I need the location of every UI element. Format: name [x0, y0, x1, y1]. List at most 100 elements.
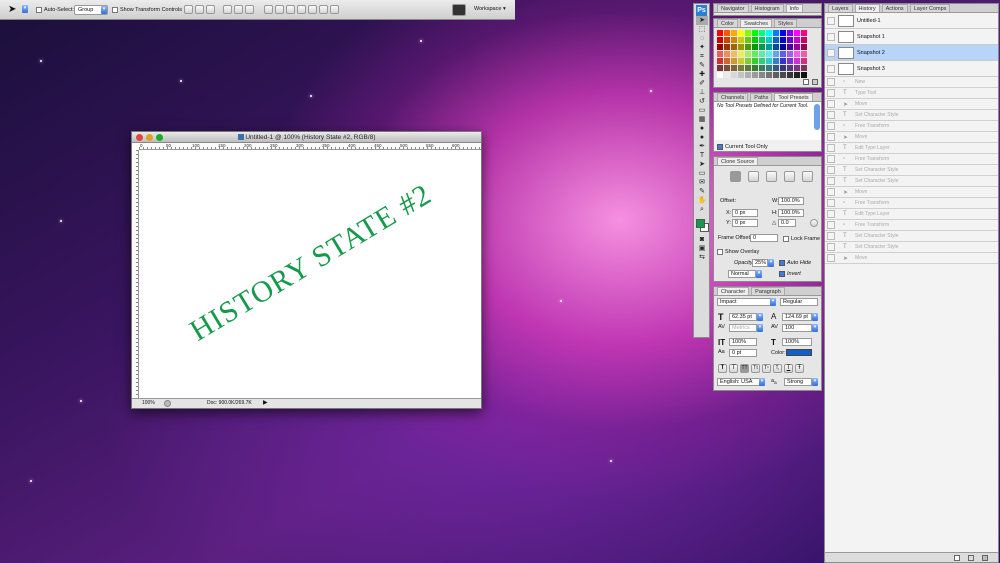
color-swatch[interactable]	[752, 44, 758, 50]
color-swatch[interactable]	[787, 37, 793, 43]
color-swatch[interactable]	[745, 58, 751, 64]
color-swatch[interactable]	[738, 30, 744, 36]
history-state[interactable]: T Set Character Style	[825, 231, 998, 242]
tab-channels[interactable]: Channels	[717, 93, 749, 101]
color-swatch[interactable]	[780, 30, 786, 36]
gradient-tool-icon[interactable]: ▦	[696, 115, 708, 124]
color-swatch[interactable]	[752, 30, 758, 36]
distribute-top-icon[interactable]	[264, 5, 273, 14]
minimize-button[interactable]	[146, 134, 153, 141]
vertical-scale-field[interactable]: 100%	[729, 338, 757, 346]
tab-actions[interactable]: Actions	[881, 4, 908, 12]
snapshot-source-checkbox[interactable]	[827, 49, 835, 57]
clone-source-2-icon[interactable]	[748, 171, 759, 182]
status-icon[interactable]	[164, 400, 171, 407]
tool-preset-dropdown[interactable]: ▾	[22, 5, 28, 13]
color-swatch[interactable]	[773, 65, 779, 71]
color-swatch[interactable]	[738, 58, 744, 64]
delete-state-icon[interactable]	[982, 555, 988, 561]
color-swatch[interactable]	[766, 37, 772, 43]
color-swatch[interactable]	[745, 44, 751, 50]
dodge-tool-icon[interactable]: ●	[696, 133, 708, 142]
move-tool-icon[interactable]: ➤	[8, 4, 16, 15]
state-source-checkbox[interactable]	[827, 166, 835, 174]
state-source-checkbox[interactable]	[827, 89, 835, 97]
color-swatch[interactable]	[731, 65, 737, 71]
state-source-checkbox[interactable]	[827, 144, 835, 152]
color-swatch[interactable]	[766, 44, 772, 50]
align-right-icon[interactable]	[245, 5, 254, 14]
magic-wand-tool-icon[interactable]: ✦	[696, 43, 708, 52]
clone-source-3-icon[interactable]	[766, 171, 777, 182]
color-swatch[interactable]	[738, 51, 744, 57]
snapshot-source-checkbox[interactable]	[827, 17, 835, 25]
leading-field[interactable]: 124.69 pt	[782, 313, 812, 321]
eraser-tool-icon[interactable]: ▭	[696, 106, 708, 115]
reset-transform-icon[interactable]	[810, 219, 818, 227]
auto-align-icon[interactable]	[330, 5, 339, 14]
color-swatch[interactable]	[745, 51, 751, 57]
color-swatch[interactable]	[794, 30, 800, 36]
gray-swatch[interactable]	[745, 72, 751, 78]
tab-clone-source[interactable]: Clone Source	[717, 157, 759, 165]
tracking-dropdown[interactable]: ▾	[812, 324, 818, 332]
antialias-select[interactable]: Strong	[784, 378, 812, 386]
tab-tool-presets[interactable]: Tool Presets	[774, 93, 813, 101]
angle-field[interactable]: 0.0	[778, 219, 796, 227]
hand-tool-icon[interactable]: ✋	[696, 196, 708, 205]
color-swatch[interactable]	[731, 30, 737, 36]
tab-info[interactable]: Info	[785, 4, 803, 12]
history-state[interactable]: ▫ Free Transform	[825, 220, 998, 231]
tab-paths[interactable]: Paths	[750, 93, 773, 101]
state-source-checkbox[interactable]	[827, 221, 835, 229]
font-size-field[interactable]: 62.35 pt	[729, 313, 757, 321]
history-state[interactable]: T Edit Type Layer	[825, 143, 998, 154]
new-snapshot-icon[interactable]	[968, 555, 974, 561]
small-caps-button[interactable]: Tt	[751, 364, 760, 373]
color-swatch[interactable]	[801, 51, 807, 57]
gray-swatch[interactable]	[801, 72, 807, 78]
color-swatch[interactable]	[738, 65, 744, 71]
state-source-checkbox[interactable]	[827, 100, 835, 108]
history-state[interactable]: T Edit Type Layer	[825, 209, 998, 220]
tab-character[interactable]: Character	[717, 287, 750, 295]
color-swatch[interactable]	[752, 58, 758, 64]
workspace-menu[interactable]: Workspace ▾	[474, 6, 506, 12]
color-swatch[interactable]	[717, 58, 723, 64]
font-style-select[interactable]: Regular	[780, 298, 818, 306]
color-swatch[interactable]	[794, 51, 800, 57]
state-source-checkbox[interactable]	[827, 78, 835, 86]
color-swatch[interactable]	[738, 44, 744, 50]
gray-swatch[interactable]	[738, 72, 744, 78]
color-swatch[interactable]	[717, 44, 723, 50]
gray-swatch[interactable]	[773, 72, 779, 78]
snapshot-source-checkbox[interactable]	[827, 65, 835, 73]
state-source-checkbox[interactable]	[827, 122, 835, 130]
font-family-select[interactable]: Impact	[717, 298, 773, 306]
state-source-checkbox[interactable]	[827, 133, 835, 141]
subscript-button[interactable]: T,	[773, 364, 782, 373]
history-state[interactable]: ➤ Move	[825, 99, 998, 110]
lasso-tool-icon[interactable]: ◌	[696, 34, 708, 43]
color-swatch[interactable]	[794, 44, 800, 50]
state-source-checkbox[interactable]	[827, 177, 835, 185]
current-tool-only-checkbox[interactable]	[717, 144, 723, 150]
color-swatch[interactable]	[794, 58, 800, 64]
history-state[interactable]: ▫ Free Transform	[825, 198, 998, 209]
w-field[interactable]: 100.0%	[778, 197, 804, 205]
healing-brush-icon[interactable]: ✚	[696, 70, 708, 79]
color-swatch[interactable]	[752, 65, 758, 71]
color-swatch[interactable]	[731, 44, 737, 50]
path-selection-icon[interactable]: ➤	[696, 160, 708, 169]
x-offset-field[interactable]: 0 px	[732, 209, 758, 217]
color-swatch[interactable]	[787, 58, 793, 64]
zoom-level[interactable]: 100%	[142, 399, 155, 408]
faux-italic-button[interactable]: T	[729, 364, 738, 373]
state-source-checkbox[interactable]	[827, 199, 835, 207]
auto-hide-checkbox[interactable]	[779, 260, 785, 266]
color-swatch[interactable]	[724, 37, 730, 43]
history-snapshot[interactable]: Snapshot 2	[825, 45, 998, 61]
delete-swatch-icon[interactable]	[812, 79, 818, 85]
color-swatch[interactable]	[717, 37, 723, 43]
color-swatch[interactable]	[766, 30, 772, 36]
